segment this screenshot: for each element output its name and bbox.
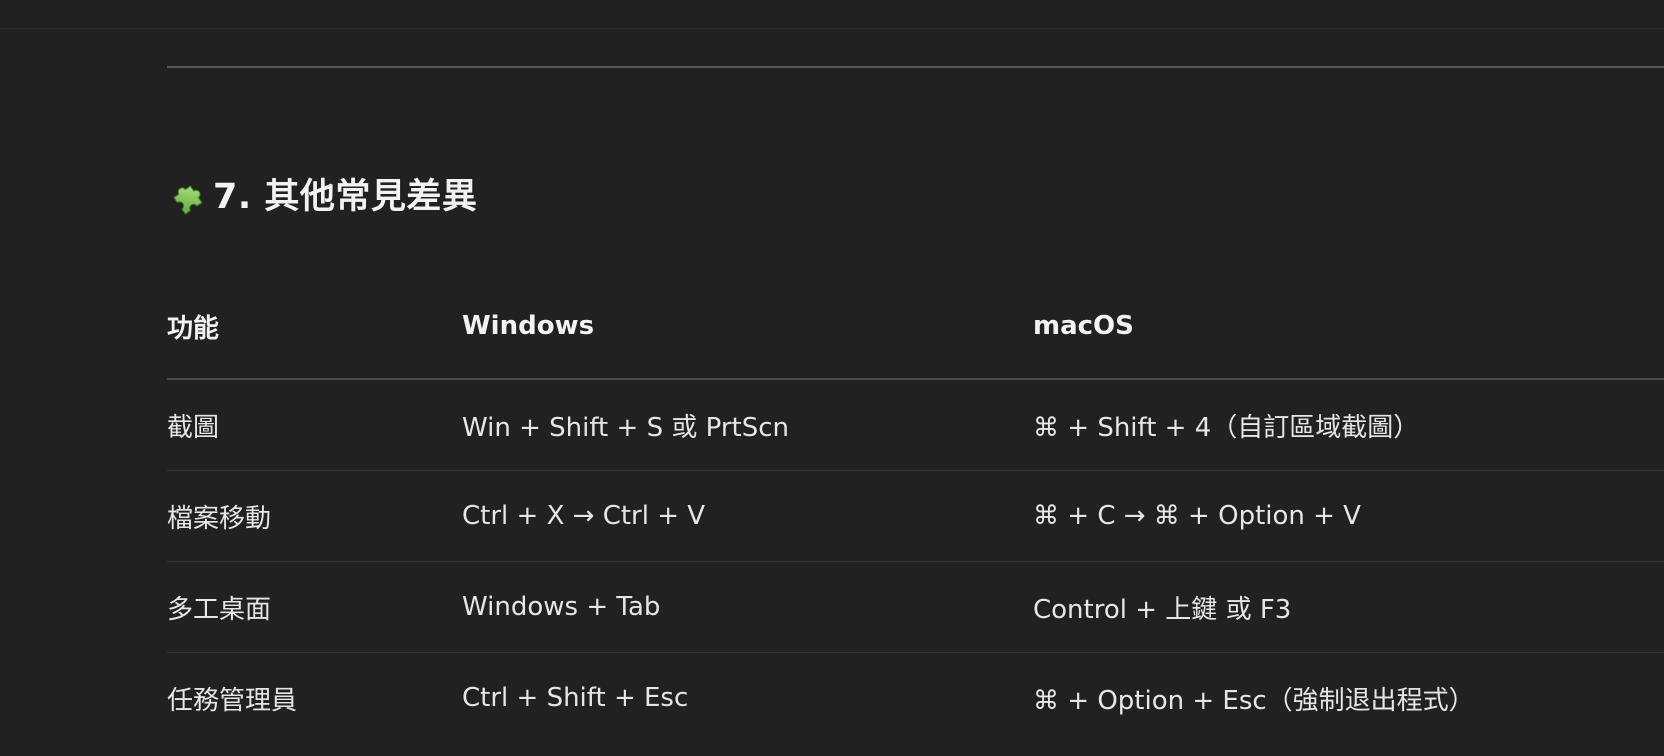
table-cell-macos: ⌘ + Shift + 4（自訂區域截圖） [1033,412,1420,443]
table-cell-feature: 任務管理員 [167,685,298,716]
table-cell-windows: Win + Shift + S 或 PrtScn [462,412,789,443]
table-row: 檔案移動 Ctrl + X → Ctrl + V ⌘ + C → ⌘ + Opt… [167,471,1664,562]
table-row: 任務管理員 Ctrl + Shift + Esc ⌘ + Option + Es… [167,653,1664,743]
section-heading: 7. 其他常見差異 [167,172,477,222]
table-row: 截圖 Win + Shift + S 或 PrtScn ⌘ + Shift + … [167,380,1664,471]
shortcut-comparison-table: 功能 Windows macOS 截圖 Win + Shift + S 或 Pr… [167,290,1664,743]
column-header-windows: Windows [462,311,595,341]
table-cell-macos: Control + 上鍵 或 F3 [1033,594,1292,625]
table-cell-windows: Ctrl + X → Ctrl + V [462,501,706,531]
section-title: 7. 其他常見差異 [213,177,478,217]
table-cell-macos: ⌘ + C → ⌘ + Option + V [1033,501,1361,531]
column-header-macos: macOS [1033,311,1134,341]
table-cell-windows: Windows + Tab [462,592,661,622]
table-cell-feature: 多工桌面 [167,594,272,625]
top-toolbar-strip [0,0,1664,29]
column-header-feature: 功能 [167,313,220,344]
table-cell-windows: Ctrl + Shift + Esc [462,683,689,713]
puzzle-piece-icon [167,177,207,217]
table-header-row: 功能 Windows macOS [167,290,1664,380]
horizontal-divider [167,66,1664,68]
table-cell-feature: 檔案移動 [167,503,272,534]
table-cell-feature: 截圖 [167,412,220,443]
table-row: 多工桌面 Windows + Tab Control + 上鍵 或 F3 [167,562,1664,653]
table-cell-macos: ⌘ + Option + Esc（強制退出程式） [1033,685,1475,716]
